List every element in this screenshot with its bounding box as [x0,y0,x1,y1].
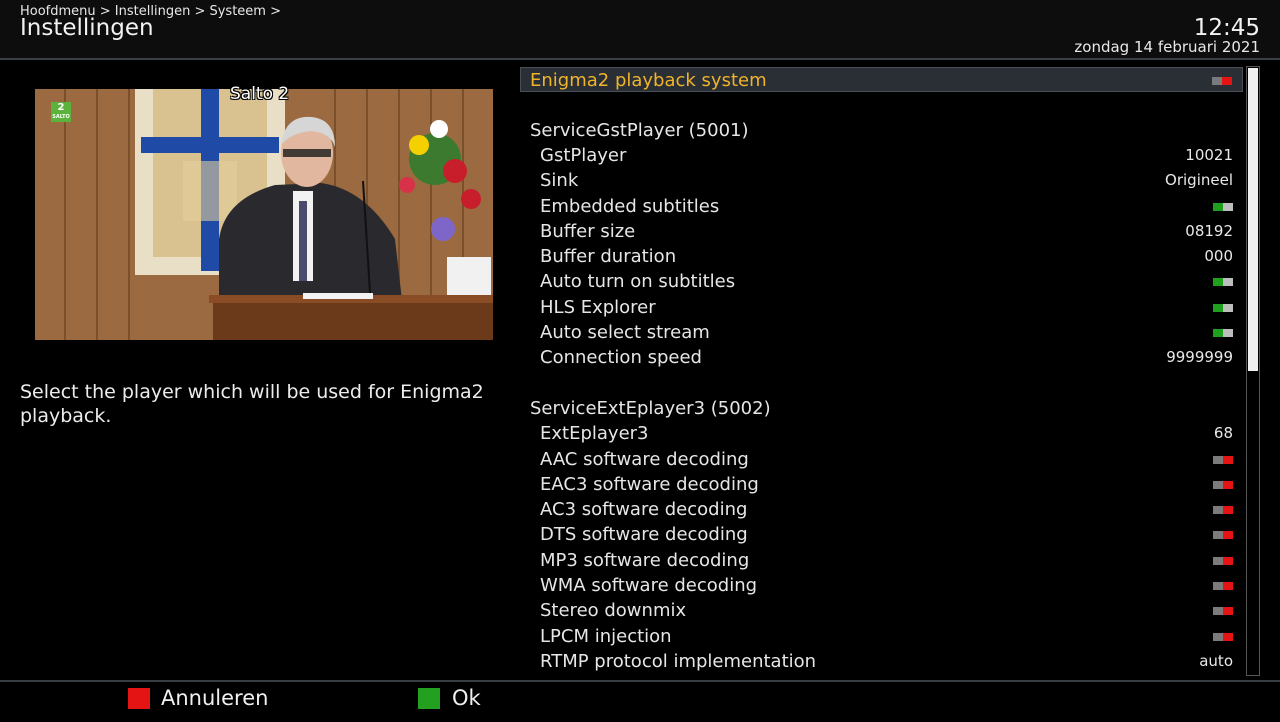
section-label: ServiceExtEplayer3 (5002) [530,398,771,419]
setting-value: 10021 [1185,146,1233,164]
setting-row[interactable]: Connection speed 9999999 [520,345,1243,370]
setting-row[interactable]: Buffer size 08192 [520,219,1243,244]
setting-label: Sink [540,170,579,191]
setting-row[interactable]: ExtEplayer3 68 [520,421,1243,446]
setting-label: Buffer size [540,221,636,242]
setting-value: 9999999 [1166,348,1233,366]
setting-label: Buffer duration [540,246,677,267]
toggle-off-icon[interactable] [1213,506,1233,514]
setting-label: DTS software decoding [540,524,748,545]
setting-value: 68 [1213,424,1233,442]
setting-row[interactable]: Sink Origineel [520,168,1243,193]
toggle-off-icon[interactable] [1213,633,1233,641]
setting-label: Auto turn on subtitles [540,271,736,292]
tv-preview [35,89,493,340]
setting-row[interactable]: Auto turn on subtitles [520,269,1243,294]
ok-button[interactable]: Ok [452,686,481,710]
setting-label: Stereo downmix [540,600,687,621]
setting-row[interactable]: RTMP protocol implementation auto [520,649,1243,674]
section-header: ServiceExtEplayer3 (5002) [520,396,1243,421]
setting-row[interactable]: Stereo downmix [520,598,1243,623]
setting-label: WMA software decoding [540,575,758,596]
scrollbar[interactable] [1246,66,1260,676]
setting-label: Enigma2 playback system [530,70,767,91]
setting-row[interactable]: DTS software decoding [520,522,1243,547]
setting-value: Origineel [1165,171,1233,189]
setting-row[interactable]: LPCM injection [520,624,1243,649]
setting-label: LPCM injection [540,626,672,647]
setting-row[interactable]: HLS Explorer [520,295,1243,320]
toggle-off-icon[interactable] [1213,582,1233,590]
channel-logo: 2 SALTO [51,102,71,122]
toggle-off-icon[interactable] [1213,607,1233,615]
toggle-off-icon[interactable] [1213,456,1233,464]
date: zondag 14 februari 2021 [1074,38,1260,56]
setting-row[interactable]: MP3 software decoding [520,548,1243,573]
section-label: ServiceGstPlayer (5001) [530,120,749,141]
setting-label: AAC software decoding [540,449,749,470]
cancel-button[interactable]: Annuleren [161,686,268,710]
green-key-icon[interactable] [418,688,440,709]
setting-row[interactable]: AC3 software decoding [520,497,1243,522]
setting-label: Auto select stream [540,322,710,343]
setting-label: EAC3 software decoding [540,474,759,495]
setting-label: Embedded subtitles [540,196,720,217]
setting-value: 08192 [1185,222,1233,240]
setting-label: MP3 software decoding [540,550,750,571]
header-bar: Hoofdmenu > Instellingen > Systeem > Ins… [0,0,1280,60]
red-key-icon[interactable] [128,688,150,709]
setting-row[interactable]: EAC3 software decoding [520,472,1243,497]
setting-row[interactable]: Auto select stream [520,320,1243,345]
channel-name: Salto 2 [230,84,290,104]
toggle-on-icon[interactable] [1213,329,1233,337]
setting-row[interactable]: WMA software decoding [520,573,1243,598]
page-title: Instellingen [20,15,154,41]
toggle-off-icon[interactable] [1212,77,1232,85]
setting-label: HLS Explorer [540,297,656,318]
setting-row[interactable]: Enigma2 playback system [520,67,1243,92]
scrollbar-thumb[interactable] [1248,68,1258,371]
setting-label: AC3 software decoding [540,499,748,520]
setting-value: 000 [1204,247,1233,265]
settings-list[interactable]: Enigma2 playback system ServiceGstPlayer … [520,66,1243,678]
toggle-off-icon[interactable] [1213,531,1233,539]
setting-label: Connection speed [540,347,702,368]
setting-label: ExtEplayer3 [540,423,649,444]
section-header: ServiceGstPlayer (5001) [520,118,1243,143]
toggle-off-icon[interactable] [1213,557,1233,565]
setting-row[interactable]: AAC software decoding [520,447,1243,472]
toggle-on-icon[interactable] [1213,304,1233,312]
setting-label: GstPlayer [540,145,627,166]
toggle-on-icon[interactable] [1213,203,1233,211]
setting-label: RTMP protocol implementation [540,651,817,672]
setting-row[interactable]: Embedded subtitles [520,194,1243,219]
help-description: Select the player which will be used for… [20,381,484,427]
setting-value: auto [1199,652,1233,670]
toggle-on-icon[interactable] [1213,278,1233,286]
toggle-off-icon[interactable] [1213,481,1233,489]
setting-row[interactable]: Buffer duration 000 [520,244,1243,269]
setting-row[interactable]: GstPlayer 10021 [520,143,1243,168]
